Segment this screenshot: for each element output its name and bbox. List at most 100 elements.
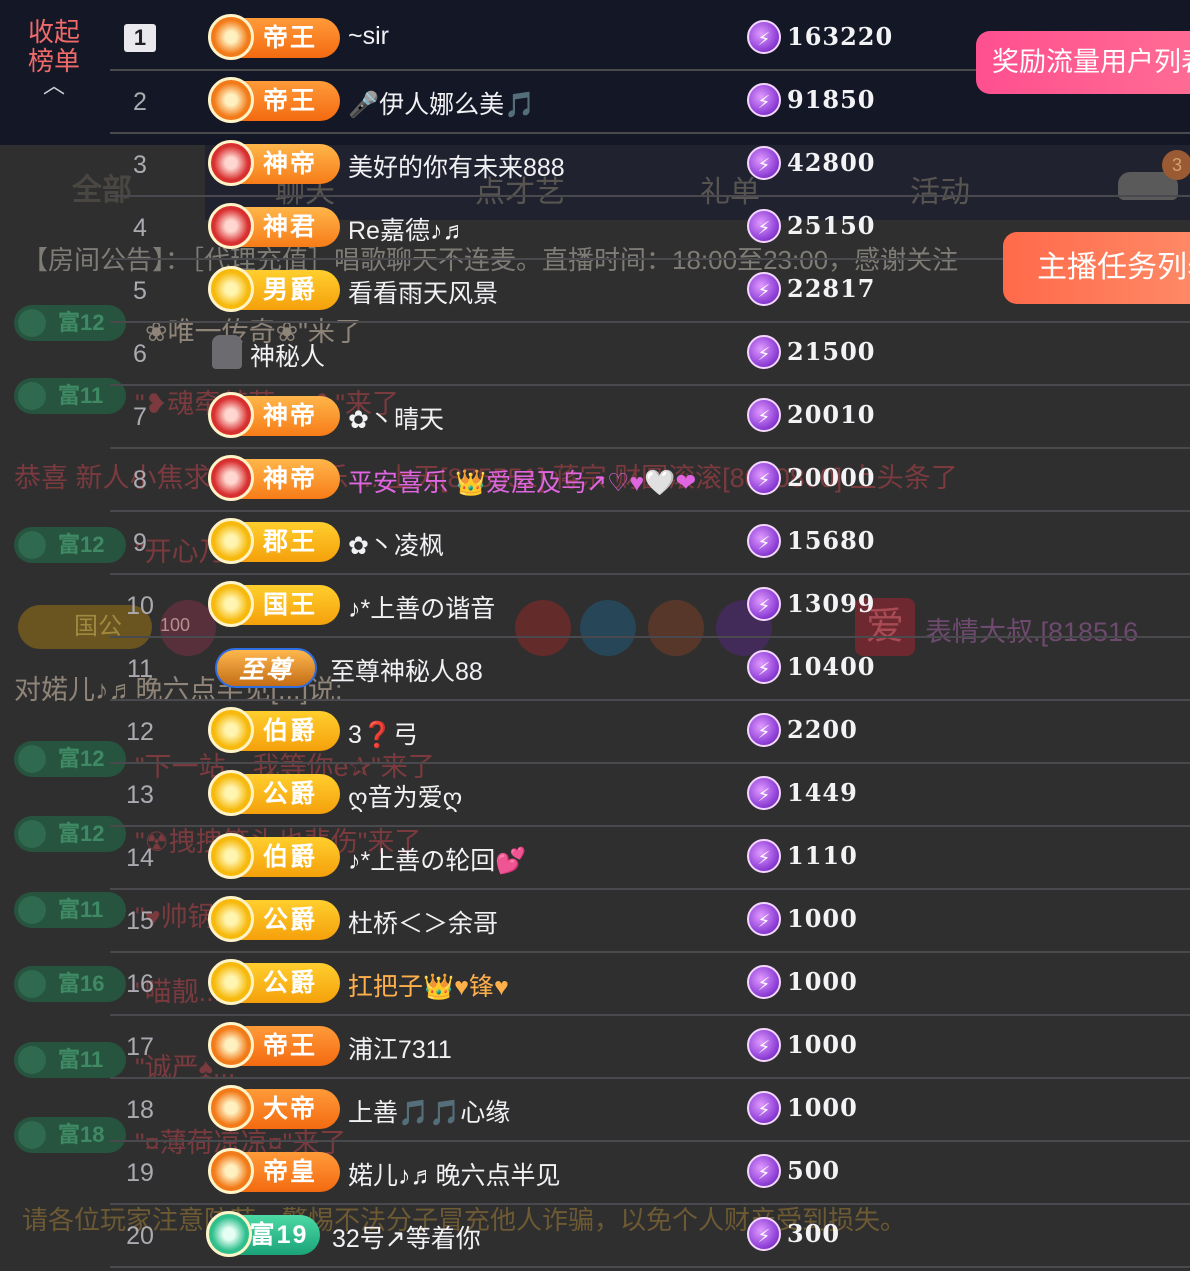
contribution-score: 2200	[787, 715, 858, 744]
host-tasks-button[interactable]: 主播任务列表	[1003, 232, 1190, 304]
user-nickname[interactable]: 上善🎵🎵心缘	[348, 1093, 510, 1129]
user-nickname[interactable]: Re嘉德♪♬	[348, 211, 467, 247]
lightning-icon: ⚡	[747, 146, 781, 180]
noble-title-badge: 国王	[208, 581, 340, 627]
contribution-score: 22817	[787, 274, 876, 303]
rank-number: 10	[126, 592, 154, 620]
noble-title-text: 神帝	[262, 150, 317, 178]
rank-number: 1	[124, 24, 156, 52]
lightning-icon: ⚡	[747, 272, 781, 306]
contribution-score: 300	[787, 1219, 841, 1248]
noble-title-text: 伯爵	[262, 717, 317, 745]
user-nickname[interactable]: 看看雨天风景	[348, 274, 498, 310]
lightning-icon: ⚡	[747, 902, 781, 936]
ranking-row[interactable]: 11 至尊 至尊神秘人88 ⚡ 10400	[110, 638, 1190, 701]
noble-title-badge: 神帝	[208, 392, 340, 438]
ranking-row[interactable]: 10 国王 ♪*上善の谐音 ⚡ 13099	[110, 575, 1190, 638]
chevron-up-icon: ︿	[42, 73, 65, 98]
ranking-row[interactable]: 16 公爵 扛把子👑♥锋♥ ⚡ 1000	[110, 953, 1190, 1016]
noble-title-badge: 帝王	[208, 14, 340, 60]
user-nickname[interactable]: 3❓弓	[348, 715, 418, 751]
ranking-row[interactable]: 18 大帝 上善🎵🎵心缘 ⚡ 1000	[110, 1079, 1190, 1142]
rank-number: 12	[126, 718, 154, 746]
ranking-row[interactable]: 13 公爵 ღ音为爱ღ ⚡ 1449	[110, 764, 1190, 827]
noble-title-badge: 大帝	[208, 1085, 340, 1131]
user-nickname[interactable]: ♪*上善の轮回💕	[348, 841, 526, 877]
user-nickname[interactable]: 神秘人	[250, 337, 325, 373]
rank-number: 7	[133, 403, 147, 431]
user-nickname[interactable]: 婼儿♪♬晚六点半见	[348, 1156, 561, 1192]
contribution-score: 91850	[787, 85, 876, 114]
rank-number: 15	[126, 907, 154, 935]
ranking-row[interactable]: 15 公爵 杜桥＜＞余哥 ⚡ 1000	[110, 890, 1190, 953]
rank-number: 18	[126, 1096, 154, 1124]
noble-title-badge: 郡王	[208, 518, 340, 564]
noble-emblem-icon	[206, 1211, 252, 1257]
rank-number: 16	[126, 970, 154, 998]
ranking-row[interactable]: 9 郡王 ✿丶凌枫 ⚡ 15680	[110, 512, 1190, 575]
noble-emblem-icon	[208, 518, 254, 564]
user-nickname[interactable]: 扛把子👑♥锋♥	[348, 967, 509, 1003]
noble-emblem-icon	[208, 266, 254, 312]
noble-title-badge: 伯爵	[208, 833, 340, 879]
contribution-score: 21500	[787, 337, 876, 366]
noble-title-badge: 公爵	[208, 770, 340, 816]
collapse-label-line1: 收起	[27, 17, 80, 47]
noble-title-badge: 至尊	[215, 648, 317, 688]
user-nickname[interactable]: ~sir	[348, 22, 389, 51]
user-nickname[interactable]: 杜桥＜＞余哥	[348, 904, 498, 940]
noble-emblem-icon	[208, 140, 254, 186]
ranking-list: 1 帝王 ~sir ⚡ 163220 2 帝王 🎤伊人娜么美🎵 ⚡ 91850 3 神帝 美好的你有未来…	[110, 8, 1190, 1268]
rank-number: 19	[126, 1159, 154, 1187]
noble-emblem-icon	[208, 833, 254, 879]
rank-number: 4	[133, 214, 147, 242]
ranking-row[interactable]: 8 神帝 平安喜乐 👑爱屋及乌↗♡♥🤍❤ ⚡ 20000	[110, 449, 1190, 512]
noble-title-text: 国王	[262, 591, 317, 619]
ranking-row[interactable]: 19 帝皇 婼儿♪♬晚六点半见 ⚡ 500	[110, 1142, 1190, 1205]
ranking-row[interactable]: 3 神帝 美好的你有未来888 ⚡ 42800	[110, 134, 1190, 197]
lightning-icon: ⚡	[747, 209, 781, 243]
user-nickname[interactable]: ♪*上善の谐音	[348, 589, 495, 625]
ranking-row[interactable]: 14 伯爵 ♪*上善の轮回💕 ⚡ 1110	[110, 827, 1190, 890]
noble-title-text: 伯爵	[262, 843, 317, 871]
contribution-score: 500	[787, 1156, 841, 1185]
rank-number: 9	[133, 529, 147, 557]
lightning-icon: ⚡	[747, 524, 781, 558]
ranking-row[interactable]: 6 神秘人 ⚡ 21500	[110, 323, 1190, 386]
reward-users-button[interactable]: 奖励流量用户列表	[976, 31, 1190, 94]
contribution-score: 42800	[787, 148, 876, 177]
noble-title-text: 神君	[262, 213, 317, 241]
noble-title-badge: 神帝	[208, 455, 340, 501]
collapse-label-line2: 榜单	[27, 46, 80, 76]
rank-number: 3	[133, 151, 147, 179]
lightning-icon: ⚡	[747, 776, 781, 810]
user-nickname[interactable]: 平安喜乐 👑爱屋及乌↗♡♥🤍❤	[348, 463, 696, 499]
ranking-row[interactable]: 7 神帝 ✿丶晴天 ⚡ 20010	[110, 386, 1190, 449]
user-nickname[interactable]: ✿丶晴天	[348, 400, 444, 436]
lightning-icon: ⚡	[747, 1154, 781, 1188]
user-nickname[interactable]: 至尊神秘人88	[330, 652, 483, 688]
ranking-row[interactable]: 17 帝王 浦江7311 ⚡ 1000	[110, 1016, 1190, 1079]
noble-title-text: 帝王	[262, 24, 317, 52]
ranking-row[interactable]: 12 伯爵 3❓弓 ⚡ 2200	[110, 701, 1190, 764]
noble-emblem-icon	[208, 1085, 254, 1131]
noble-title-text: 神帝	[262, 402, 317, 430]
ranking-row[interactable]: 20 富19 32号↗等着你 ⚡ 300	[110, 1205, 1190, 1268]
noble-title-badge: 神帝	[208, 140, 340, 186]
contribution-score: 15680	[787, 526, 876, 555]
mystery-user-icon	[212, 335, 242, 369]
lightning-icon: ⚡	[747, 461, 781, 495]
noble-emblem-icon	[208, 1022, 254, 1068]
user-nickname[interactable]: 浦江7311	[348, 1030, 452, 1066]
collapse-ranking-button[interactable]: 收起 榜单 ︿	[20, 17, 88, 98]
noble-emblem-icon	[208, 581, 254, 627]
noble-title-badge: 伯爵	[208, 707, 340, 753]
contribution-score: 1000	[787, 1030, 858, 1059]
lightning-icon: ⚡	[747, 713, 781, 747]
user-nickname[interactable]: ღ音为爱ღ	[348, 778, 462, 814]
user-nickname[interactable]: ✿丶凌枫	[348, 526, 444, 562]
lightning-icon: ⚡	[747, 650, 781, 684]
user-nickname[interactable]: 32号↗等着你	[332, 1219, 481, 1255]
user-nickname[interactable]: 美好的你有未来888	[348, 148, 565, 184]
user-nickname[interactable]: 🎤伊人娜么美🎵	[348, 85, 535, 121]
